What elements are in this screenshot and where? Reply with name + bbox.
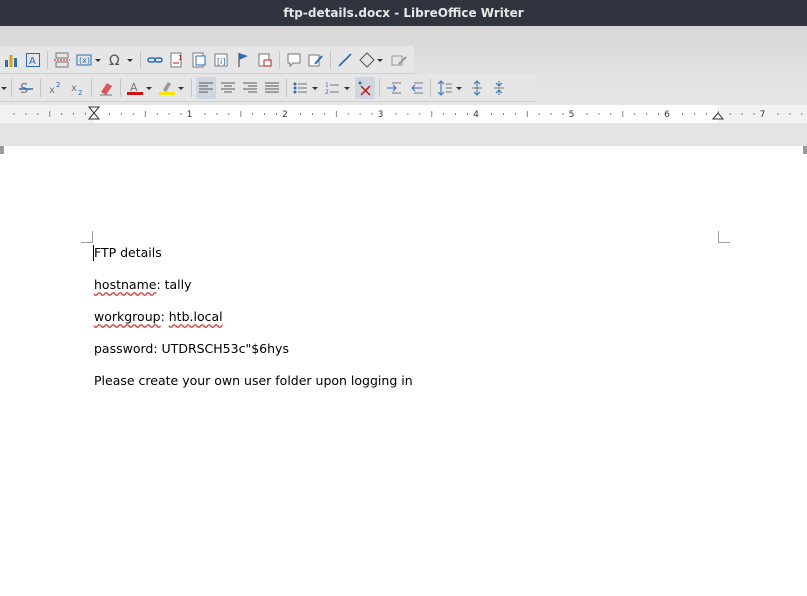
workgroup-value: htb.local	[168, 309, 223, 324]
increase-paragraph-spacing-icon[interactable]	[467, 77, 487, 99]
doc-heading[interactable]: FTP details	[94, 245, 162, 260]
svg-text:2: 2	[78, 89, 82, 96]
comment-icon[interactable]	[284, 49, 304, 71]
justify-icon[interactable]	[262, 77, 282, 99]
font-color-icon[interactable]: A	[125, 77, 155, 99]
toolbar-separator	[286, 78, 287, 97]
toolbar-separator	[430, 78, 431, 97]
document-page[interactable]	[0, 146, 807, 596]
svg-text:x: x	[71, 83, 77, 94]
ruler-number: 5	[569, 110, 575, 120]
workgroup-label: workgroup	[94, 309, 161, 324]
svg-text:1: 1	[325, 82, 329, 89]
no-list-icon[interactable]	[355, 76, 375, 99]
ruler-number: 7	[760, 110, 766, 120]
strikethrough-icon[interactable]: S	[16, 77, 36, 99]
text-box-icon[interactable]: A	[23, 49, 43, 71]
ruler-number: 4	[473, 110, 479, 120]
svg-text:[i]: [i]	[217, 57, 225, 66]
hyperlink-icon[interactable]	[145, 49, 165, 71]
page-break-icon[interactable]	[52, 49, 72, 71]
svg-text:1: 1	[178, 54, 182, 62]
field-icon[interactable]: (x)	[74, 49, 104, 71]
ruler-underside	[0, 123, 807, 146]
toolbar-separator	[279, 50, 280, 69]
line-icon[interactable]	[335, 49, 355, 71]
ruler-scale: 1 2 3 4 5 6 7	[13, 106, 803, 120]
insert-toolbar: A (x) Ω 1 [i]	[0, 46, 414, 74]
workgroup-separator: :	[160, 309, 169, 324]
page-shadow-right	[803, 146, 807, 154]
doc-note-line[interactable]: Please create your own user folder upon …	[94, 373, 413, 388]
numbered-list-icon[interactable]: 12	[323, 77, 353, 99]
doc-hostname-line[interactable]: hostname: tally	[94, 277, 192, 292]
right-indent-marker[interactable]	[711, 112, 725, 120]
cross-reference-icon[interactable]: [i]	[211, 49, 231, 71]
decrease-indent-icon[interactable]	[406, 77, 426, 99]
endnote-icon[interactable]	[189, 49, 209, 71]
toolbar-separator	[330, 50, 331, 69]
toolbar-separator	[191, 78, 192, 97]
doc-workgroup-line[interactable]: workgroup: htb.local	[94, 309, 223, 324]
basic-shapes-icon[interactable]	[357, 49, 387, 71]
footnote-icon[interactable]: 1	[167, 49, 187, 71]
highlight-icon[interactable]	[157, 77, 187, 99]
line-spacing-icon[interactable]	[435, 77, 465, 99]
horizontal-ruler[interactable]: 1 2 3 4 5 6 7	[0, 105, 807, 123]
clear-formatting-icon[interactable]	[96, 77, 116, 99]
align-center-icon[interactable]	[218, 77, 238, 99]
bookmark-icon[interactable]	[233, 49, 253, 71]
comment-preview-icon[interactable]	[255, 49, 275, 71]
toolbar-separator	[47, 50, 48, 69]
ruler-number: 3	[378, 110, 384, 120]
align-right-icon[interactable]	[240, 77, 260, 99]
draw-icon[interactable]	[389, 49, 409, 71]
svg-text:(x): (x)	[79, 56, 90, 65]
window-title: ftp-details.docx - LibreOffice Writer	[0, 0, 807, 26]
svg-text:2: 2	[325, 89, 329, 96]
text-boundary-corner-left	[81, 231, 93, 243]
hostname-label: hostname	[94, 277, 157, 292]
doc-password-line[interactable]: password: UTDRSCH53c"$6hys	[94, 341, 289, 356]
bullet-list-icon[interactable]	[291, 77, 321, 99]
toolbar-separator	[140, 50, 141, 69]
left-indent-marker[interactable]	[87, 106, 101, 120]
toolbar-separator	[91, 78, 92, 97]
hostname-value: : tally	[156, 277, 192, 292]
decrease-paragraph-spacing-icon[interactable]	[489, 77, 509, 99]
ruler-number: 2	[282, 110, 288, 120]
svg-text:A: A	[29, 56, 36, 67]
superscript-icon[interactable]: x2	[45, 77, 65, 99]
svg-text:x: x	[49, 85, 55, 96]
toolbar-separator	[120, 78, 121, 97]
ruler-number: 1	[187, 110, 193, 120]
formatting-toolbar: S x2 x2 A 12	[0, 74, 536, 102]
toolbar-separator	[11, 78, 12, 97]
page-shadow-left	[0, 146, 4, 154]
svg-text:Ω: Ω	[109, 53, 120, 68]
track-changes-icon[interactable]	[306, 49, 326, 71]
increase-indent-icon[interactable]	[384, 77, 404, 99]
special-character-icon[interactable]: Ω	[106, 49, 136, 71]
ruler-number: 6	[664, 110, 670, 120]
svg-text:2: 2	[56, 81, 60, 89]
align-left-icon[interactable]	[196, 76, 216, 99]
subscript-icon[interactable]: x2	[67, 77, 87, 99]
text-boundary-corner-right	[718, 231, 730, 243]
toolbar-separator	[40, 78, 41, 97]
dropdown-arrow-icon[interactable]	[1, 77, 7, 99]
chart-icon[interactable]	[1, 49, 21, 71]
toolbar-separator	[379, 78, 380, 97]
